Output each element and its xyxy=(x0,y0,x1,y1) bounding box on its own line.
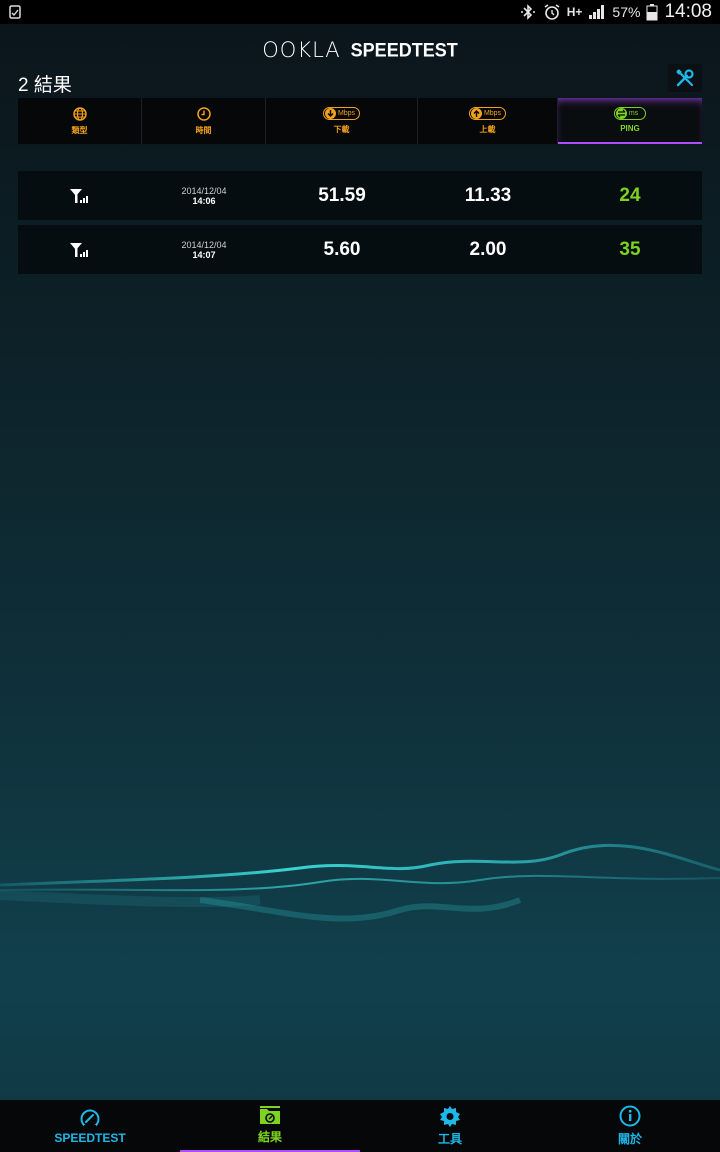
upload-cell: 11.33 xyxy=(418,171,558,220)
column-upload-label: 上載 xyxy=(479,125,496,134)
upload-cell: 2.00 xyxy=(418,225,558,274)
result-time: 14:07 xyxy=(192,249,216,260)
download-value: 5.60 xyxy=(323,238,361,260)
table-row[interactable]: 2014/12/04 14:06 51.59 11.33 24 xyxy=(18,171,702,220)
results-count-title: 2 結果 xyxy=(18,75,72,96)
ping-unit-pill: ms xyxy=(613,107,647,120)
column-download[interactable]: Mbps 下載 xyxy=(266,98,418,144)
upload-arrow-icon xyxy=(470,108,482,119)
status-bar: H+ 57% 14:08 xyxy=(0,0,720,24)
app-header: OOKLA SPEEDTEST xyxy=(0,24,720,76)
timestamp-cell: 2014/12/04 14:07 xyxy=(142,225,266,274)
wrench-screwdriver-icon xyxy=(676,69,694,87)
ping-value: 35 xyxy=(619,238,641,260)
download-cell: 5.60 xyxy=(266,225,418,274)
results-folder-icon xyxy=(260,1106,280,1124)
nav-tools[interactable]: 工具 xyxy=(360,1100,540,1152)
column-time-label: 時間 xyxy=(195,125,212,135)
cell-signal-icon xyxy=(70,188,88,203)
download-cell: 51.59 xyxy=(266,171,418,220)
column-time[interactable]: 時間 xyxy=(142,98,266,144)
status-left xyxy=(8,4,22,20)
tools-settings-button[interactable] xyxy=(668,64,702,92)
nav-results[interactable]: 結果 xyxy=(180,1100,360,1152)
gear-icon xyxy=(440,1106,460,1127)
nav-about-label: 關於 xyxy=(617,1132,642,1146)
nav-about[interactable]: 關於 xyxy=(540,1100,720,1152)
background-wave xyxy=(0,843,720,922)
nav-tools-label: 工具 xyxy=(437,1132,462,1146)
globe-icon xyxy=(72,106,87,121)
nav-results-label: 結果 xyxy=(257,1130,282,1144)
table-row[interactable]: 2014/12/04 14:07 5.60 2.00 35 xyxy=(18,225,702,274)
download-unit-pill: Mbps xyxy=(322,107,361,120)
timestamp-cell: 2014/12/04 14:06 xyxy=(142,171,266,220)
signal-icon xyxy=(589,5,605,19)
upload-value: 2.00 xyxy=(469,238,507,260)
nav-speedtest-label: SPEEDTEST xyxy=(54,1130,126,1145)
battery-icon xyxy=(646,4,658,21)
status-right: H+ 57% 14:08 xyxy=(519,1,712,23)
upload-unit-pill: Mbps xyxy=(468,107,507,120)
result-time: 14:06 xyxy=(192,195,216,206)
nav-speedtest[interactable]: SPEEDTEST xyxy=(0,1100,180,1152)
ping-cell: 35 xyxy=(558,225,702,274)
result-date: 2014/12/04 xyxy=(181,239,227,250)
column-ping[interactable]: ms PING xyxy=(558,98,702,144)
ping-unit: ms xyxy=(628,110,639,117)
bottom-navigation: SPEEDTEST 結果 工具 關於 xyxy=(0,1100,720,1152)
column-download-label: 下載 xyxy=(333,125,350,134)
clock: 14:08 xyxy=(664,1,712,22)
ping-value: 24 xyxy=(619,184,641,206)
alarm-icon xyxy=(544,4,560,20)
info-icon xyxy=(619,1105,641,1127)
connection-type-cell xyxy=(18,225,142,274)
upload-unit: Mbps xyxy=(483,110,502,117)
ping-cell: 24 xyxy=(558,171,702,220)
logo-speedtest: SPEEDTEST xyxy=(350,38,458,61)
column-type-label: 類型 xyxy=(71,125,88,135)
column-ping-label: PING xyxy=(620,124,640,133)
connection-type-cell xyxy=(18,171,142,220)
result-date: 2014/12/04 xyxy=(181,185,227,196)
results-column-header: 類型 時間 Mbps 下載 Mbps 上載 ms PING xyxy=(18,98,702,144)
bluetooth-icon xyxy=(520,4,535,20)
clock-icon xyxy=(196,106,211,121)
ookla-speedtest-logo: OOKLA SPEEDTEST xyxy=(262,38,457,62)
results-list: 2014/12/04 14:06 51.59 11.33 24 2014/12/… xyxy=(18,171,702,279)
logo-ookla: OOKLA xyxy=(262,38,341,62)
network-type: H+ xyxy=(566,5,583,19)
download-value: 51.59 xyxy=(318,184,366,206)
battery-percent: 57% xyxy=(612,4,641,20)
download-arrow-icon xyxy=(324,108,336,119)
download-unit: Mbps xyxy=(337,110,356,117)
column-upload[interactable]: Mbps 上載 xyxy=(418,98,558,144)
column-type[interactable]: 類型 xyxy=(18,98,142,144)
screenshot-notification-icon xyxy=(9,5,21,19)
cell-signal-icon xyxy=(70,242,88,257)
ping-icon xyxy=(615,108,627,119)
speedometer-icon xyxy=(80,1109,100,1128)
upload-value: 11.33 xyxy=(464,184,512,206)
